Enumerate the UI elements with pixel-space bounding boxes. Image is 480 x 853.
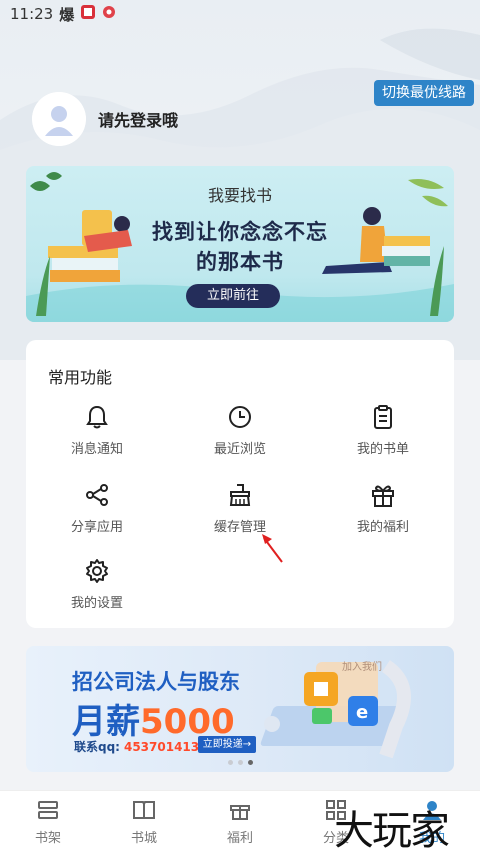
annotation-arrow-icon: [262, 534, 283, 563]
function-cache[interactable]: 缓存管理: [169, 480, 311, 540]
function-share[interactable]: 分享应用: [26, 480, 168, 540]
tab-label: 书城: [130, 831, 157, 846]
app-notification-icon: [80, 4, 96, 24]
ad-contact: 联系qq: 453701413: [74, 738, 199, 755]
clipboard-icon: [374, 405, 392, 429]
bookshelf-icon: [38, 801, 58, 819]
ad-join-label: 加入我们: [342, 662, 382, 673]
function-label: 缓存管理: [213, 520, 266, 535]
function-label: 我的设置: [70, 596, 123, 611]
function-label: 我的书单: [356, 442, 409, 457]
function-label: 最近浏览: [213, 442, 266, 457]
tab-bookshelf[interactable]: 书架: [0, 797, 96, 846]
broom-icon: [229, 484, 251, 506]
user-avatar-icon: [32, 92, 86, 146]
banner-slogan-line1: 找到让你念念不忘: [152, 220, 328, 244]
tab-label: 福利: [226, 831, 253, 846]
ad-contact-label: 联系qq:: [74, 740, 120, 754]
login-prompt[interactable]: 请先登录哦: [98, 107, 178, 131]
gear-icon: [86, 559, 108, 583]
tab-welfare[interactable]: 福利: [192, 797, 288, 846]
status-bar: 11:23 爆: [0, 0, 480, 28]
apply-now-button[interactable]: 立即投递→: [198, 736, 256, 753]
avatar[interactable]: [32, 92, 86, 146]
share-icon: [86, 484, 108, 506]
profile-login-area[interactable]: 请先登录哦: [32, 92, 178, 146]
weather-icon: 爆: [59, 5, 75, 24]
gift-icon: [230, 805, 250, 820]
tab-bookstore[interactable]: 书城: [96, 797, 192, 846]
banner-title: 我要找书: [207, 186, 272, 205]
tab-label: 书架: [34, 831, 61, 846]
banner-slogan-line2: 的那本书: [196, 250, 284, 274]
carousel-dot: [228, 760, 233, 765]
gift-icon: [372, 485, 394, 507]
function-notifications[interactable]: 消息通知: [26, 402, 168, 462]
carousel-dot: [238, 760, 243, 765]
carousel-indicator: [228, 760, 258, 765]
find-book-banner[interactable]: 我要找书 找到让你念念不忘 的那本书 立即前往: [26, 166, 454, 322]
function-settings[interactable]: 我的设置: [26, 556, 168, 616]
function-welfare[interactable]: 我的福利: [312, 480, 454, 540]
watermark-text: 大玩家: [334, 808, 450, 853]
bell-icon: [86, 405, 108, 429]
svg-text:e: e: [356, 702, 368, 723]
function-label: 分享应用: [70, 520, 123, 535]
function-label: 我的福利: [356, 520, 409, 535]
go-now-button[interactable]: 立即前往: [186, 284, 280, 308]
ad-salary-prefix: 月薪: [72, 702, 140, 742]
clock-icon: [229, 406, 251, 428]
carousel-dot-active: [248, 760, 253, 765]
common-functions-card: 常用功能 消息通知 最近浏览 我的书单 分享应用 缓存管理 我的福利 我的设置: [26, 340, 454, 628]
function-label: 消息通知: [70, 442, 123, 457]
app-notification-icon-2: [102, 5, 116, 23]
ad-contact-qq: 453701413: [123, 740, 200, 754]
ad-headline: 招公司法人与股东: [72, 670, 240, 694]
switch-route-button[interactable]: 切换最优线路: [374, 80, 474, 106]
book-icon: [133, 801, 155, 819]
function-booklist[interactable]: 我的书单: [312, 402, 454, 462]
status-time: 11:23: [10, 5, 54, 23]
function-recent[interactable]: 最近浏览: [169, 402, 311, 462]
recruitment-ad-banner[interactable]: e 招公司法人与股东 月薪5000 联系qq: 453701413 立即投递→ 加…: [26, 646, 454, 772]
section-title: 常用功能: [48, 368, 113, 387]
